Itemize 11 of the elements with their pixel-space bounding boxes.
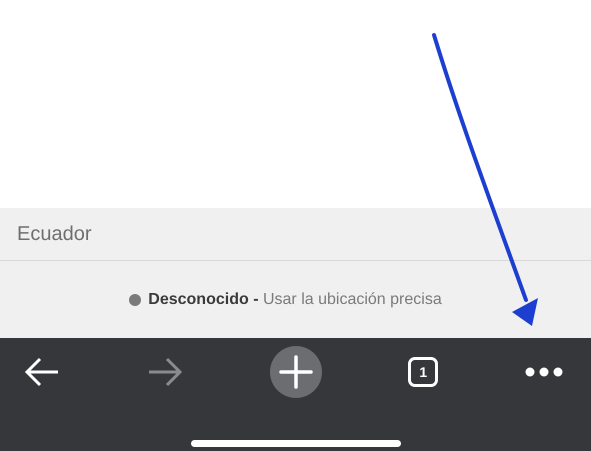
back-arrow-icon bbox=[24, 356, 60, 388]
menu-button[interactable] bbox=[525, 367, 563, 377]
location-status: Desconocido - Usar la ubicación precisa bbox=[148, 290, 442, 308]
back-button[interactable] bbox=[24, 356, 60, 388]
plus-icon bbox=[278, 355, 312, 389]
new-tab-button[interactable] bbox=[270, 346, 322, 398]
country-label[interactable]: Ecuador bbox=[17, 222, 92, 246]
tab-count-button[interactable]: 1 bbox=[408, 357, 438, 387]
more-icon bbox=[525, 367, 563, 377]
status-dot bbox=[129, 294, 142, 306]
forward-arrow-icon bbox=[146, 356, 183, 388]
